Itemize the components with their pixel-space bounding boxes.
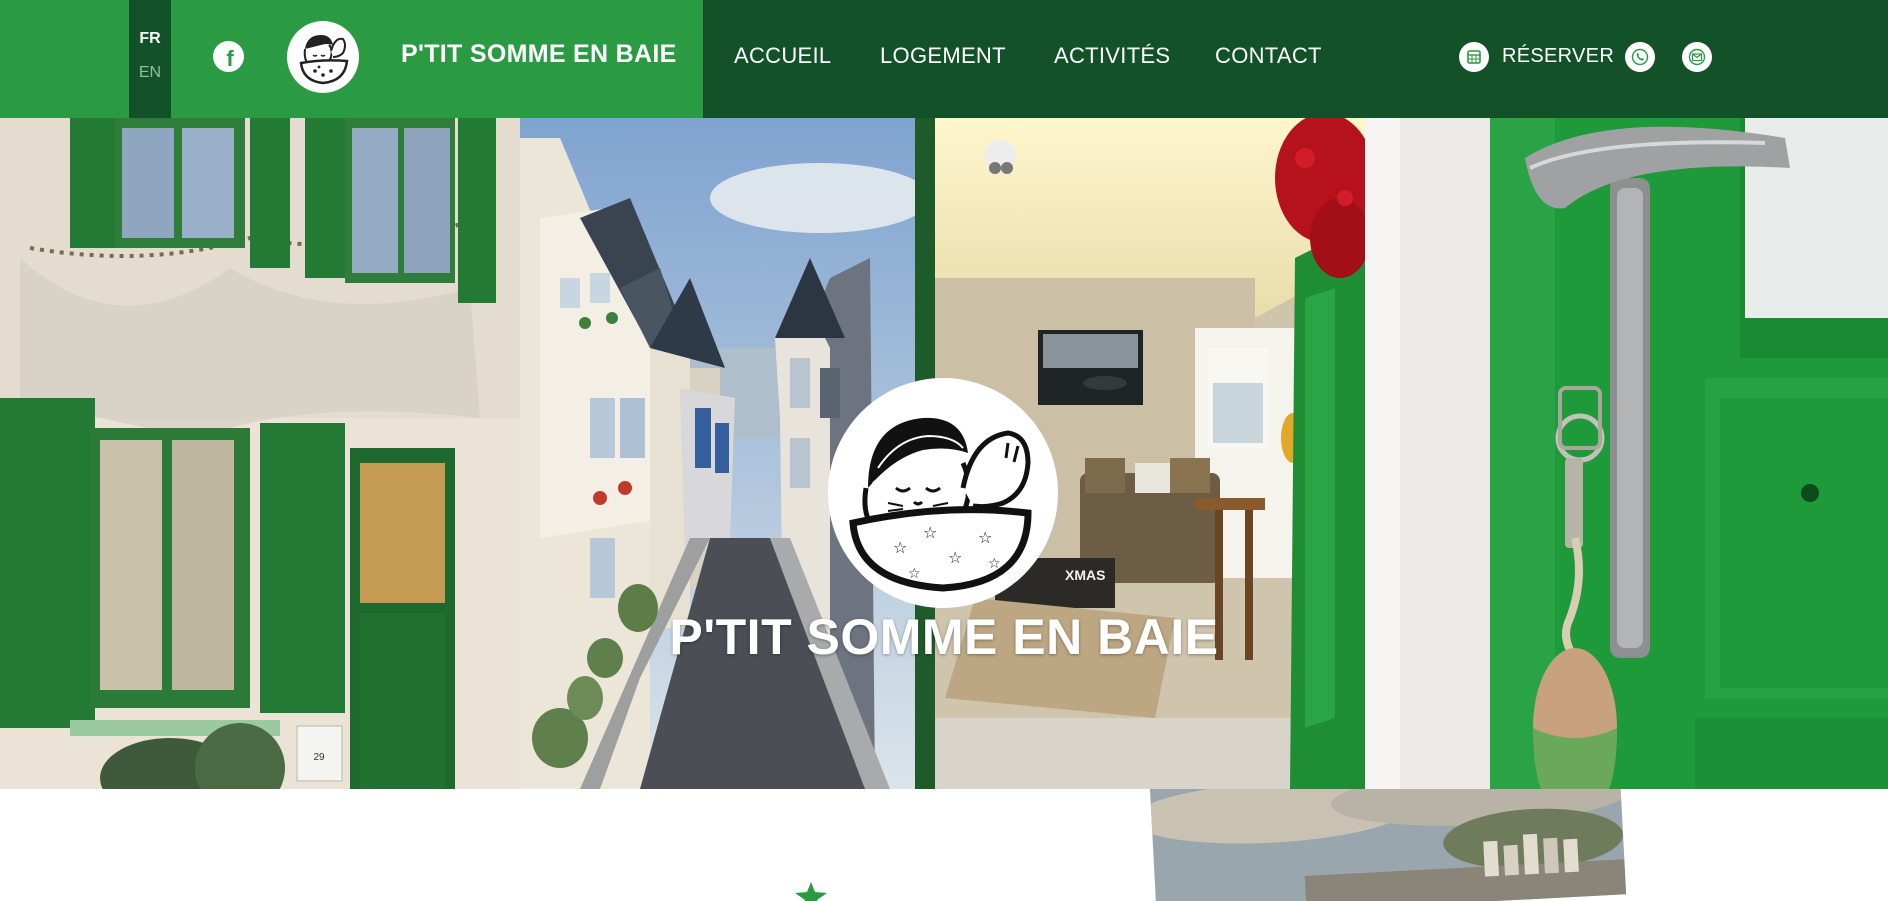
- house-number: 29: [313, 752, 325, 763]
- green-star-icon: [794, 882, 828, 901]
- svg-text:☆: ☆: [988, 556, 1001, 572]
- svg-text:☆: ☆: [948, 548, 962, 567]
- phone-icon[interactable]: [1625, 42, 1655, 72]
- reserve-link[interactable]: RÉSERVER: [1502, 45, 1614, 68]
- nav-logement[interactable]: LOGEMENT: [880, 43, 1006, 69]
- language-switcher: FR EN: [129, 0, 171, 118]
- bay-photo: [1150, 789, 1627, 901]
- svg-text:☆: ☆: [893, 538, 907, 557]
- calendar-icon[interactable]: [1459, 42, 1489, 72]
- logo-seal-icon[interactable]: [287, 21, 359, 93]
- nav-accueil[interactable]: ACCUEIL: [734, 43, 831, 69]
- hero-photo-facade: 29: [0, 118, 520, 789]
- hero-seal-logo-icon: ☆ ☆ ☆ ☆ ☆ ☆: [828, 378, 1058, 608]
- hero-photo-door-key: [1365, 118, 1888, 789]
- hero-banner: 29 XMAS ☆ ☆ ☆ ☆ ☆ ☆ P'TIT SOMME EN BAIE: [0, 118, 1888, 789]
- content-section: [0, 789, 1888, 901]
- facebook-icon[interactable]: f: [213, 41, 244, 72]
- nav-contact[interactable]: CONTACT: [1215, 43, 1322, 69]
- mail-icon[interactable]: [1682, 42, 1712, 72]
- svg-text:☆: ☆: [978, 528, 992, 547]
- site-header: FR EN f P'TIT SOMME EN BAIE ACCUEIL LOGE…: [0, 0, 1888, 118]
- svg-text:☆: ☆: [923, 523, 937, 542]
- language-fr[interactable]: FR: [129, 30, 171, 48]
- nav-activites[interactable]: ACTIVITÉS: [1054, 43, 1170, 69]
- svg-text:☆: ☆: [908, 566, 921, 582]
- xmas-sign: XMAS: [1065, 567, 1105, 583]
- language-en[interactable]: EN: [129, 64, 171, 82]
- site-brand-title[interactable]: P'TIT SOMME EN BAIE: [401, 40, 677, 69]
- hero-title: P'TIT SOMME EN BAIE: [669, 609, 1219, 665]
